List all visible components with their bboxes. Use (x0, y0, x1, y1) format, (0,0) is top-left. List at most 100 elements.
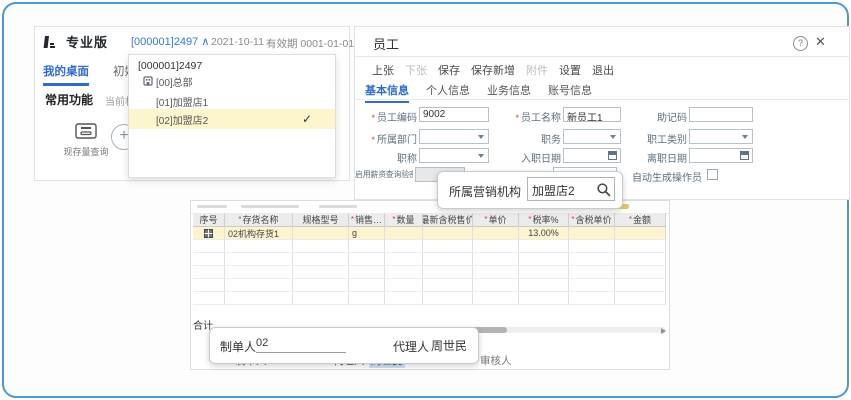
auto-operator-checkbox[interactable] (707, 169, 718, 180)
table-cell[interactable] (569, 253, 615, 266)
auditor-label: 审核人 (480, 353, 512, 368)
table-cell[interactable] (293, 279, 349, 292)
building-icon (143, 76, 153, 89)
table-cell[interactable] (473, 266, 519, 279)
table-cell[interactable] (225, 240, 293, 253)
org-dropdown: [000001]2497 [00]总部[01]加盟店1[02]加盟店2✓ (128, 54, 336, 178)
table-cell[interactable] (293, 227, 349, 240)
table-cell[interactable] (423, 279, 473, 292)
toolbar-button[interactable]: 设置 (559, 62, 581, 78)
callout-maker-input[interactable]: 02 (256, 337, 346, 353)
table-cell[interactable] (423, 227, 473, 240)
table-cell[interactable] (569, 292, 615, 305)
table-cell[interactable] (473, 240, 519, 253)
table-cell[interactable] (423, 240, 473, 253)
leave-date-input[interactable] (689, 148, 753, 163)
table-row[interactable]: 02机构存货1 g 13.00% (193, 227, 666, 240)
table-cell[interactable] (519, 240, 569, 253)
table-cell[interactable] (569, 266, 615, 279)
table-cell[interactable] (519, 266, 569, 279)
table-cell[interactable] (615, 253, 666, 266)
table-cell[interactable]: 13.00% (519, 227, 569, 240)
org-dropdown-item[interactable]: [00]总部 (129, 73, 335, 89)
table-cell[interactable]: 02机构存货1 (225, 227, 293, 240)
field-label-mnemonic: 助记码 (607, 109, 687, 124)
field-label-salary-query: 启用薪资查询验密 (355, 169, 413, 180)
table-row-empty[interactable] (193, 240, 666, 253)
table-cell[interactable] (193, 279, 225, 292)
callout-field-input[interactable]: 加盟店2 (527, 177, 615, 201)
table-cell[interactable] (569, 227, 615, 240)
table-cell[interactable] (193, 292, 225, 305)
table-cell[interactable] (473, 279, 519, 292)
mnemonic-input[interactable] (689, 107, 753, 122)
table-cell[interactable] (473, 292, 519, 305)
table-cell[interactable] (225, 253, 293, 266)
help-icon[interactable]: ? (793, 36, 808, 51)
table-cell[interactable] (349, 266, 385, 279)
screenshot-frame: 专业版 [000001]2497 ∧ 2021-10-11 有效期 0001-0… (2, 2, 849, 398)
table-cell[interactable] (349, 279, 385, 292)
table-cell[interactable] (293, 266, 349, 279)
toolbar-button[interactable]: 保存新增 (471, 62, 515, 78)
table-cell[interactable] (569, 279, 615, 292)
table-cell[interactable] (615, 240, 666, 253)
calendar-icon (740, 151, 749, 160)
table-row-empty[interactable] (193, 266, 666, 279)
toolbar-button[interactable]: 下张 (405, 62, 427, 78)
table-cell[interactable] (293, 292, 349, 305)
table-cell[interactable] (423, 253, 473, 266)
table-row-empty[interactable] (193, 279, 666, 292)
field-label-leave-date: 离职日期 (607, 150, 687, 165)
table-cell[interactable] (293, 240, 349, 253)
table-cell[interactable] (293, 253, 349, 266)
table-cell[interactable] (385, 253, 423, 266)
row-grid-icon[interactable] (193, 227, 225, 240)
table-cell[interactable] (349, 253, 385, 266)
table-cell[interactable] (569, 240, 615, 253)
emp-class-select[interactable] (689, 129, 753, 144)
table-cell[interactable] (615, 227, 666, 240)
table-cell[interactable] (385, 292, 423, 305)
table-cell[interactable] (349, 292, 385, 305)
table-cell[interactable] (193, 253, 225, 266)
close-icon[interactable]: ✕ (815, 34, 826, 50)
callout-agent-input[interactable]: 周世民 (431, 337, 467, 354)
field-label-duty: 职务 (475, 131, 561, 146)
table-cell[interactable] (385, 227, 423, 240)
org-selector-link[interactable]: [000001]2497 ∧ (131, 35, 209, 48)
toolbar-button[interactable]: 附件 (526, 62, 548, 78)
toolbar-button[interactable]: 上张 (372, 62, 394, 78)
chevron-down-icon (742, 135, 748, 139)
table-cell[interactable] (473, 227, 519, 240)
table-cell[interactable] (519, 292, 569, 305)
table-cell[interactable] (519, 253, 569, 266)
table-cell[interactable] (423, 266, 473, 279)
table-cell[interactable] (225, 279, 293, 292)
table-cell[interactable] (193, 266, 225, 279)
org-dropdown-item[interactable]: [02]加盟店2✓ (129, 109, 335, 129)
org-dropdown-item[interactable]: [01]加盟店1 (129, 93, 335, 109)
toolbar-button[interactable]: 退出 (592, 62, 614, 78)
toolbar-button[interactable]: 保存 (438, 62, 460, 78)
main-tab[interactable]: 我的桌面 (43, 63, 89, 86)
table-cell[interactable] (473, 253, 519, 266)
table-cell[interactable] (385, 279, 423, 292)
table-cell[interactable] (615, 266, 666, 279)
table-cell[interactable] (423, 292, 473, 305)
archive-icon (75, 123, 97, 139)
table-cell[interactable] (225, 292, 293, 305)
table-cell[interactable] (225, 266, 293, 279)
table-cell[interactable] (385, 240, 423, 253)
table-row-empty[interactable] (193, 292, 666, 305)
table-body: 02机构存货1 g 13.00% (193, 227, 666, 305)
table-cell[interactable]: g (349, 227, 385, 240)
table-cell[interactable] (385, 266, 423, 279)
table-cell[interactable] (349, 240, 385, 253)
table-cell[interactable] (519, 279, 569, 292)
table-cell[interactable] (615, 292, 666, 305)
table-cell[interactable] (193, 240, 225, 253)
table-row-empty[interactable] (193, 253, 666, 266)
table-cell[interactable] (615, 279, 666, 292)
scroll-right-arrow[interactable] (661, 328, 666, 334)
